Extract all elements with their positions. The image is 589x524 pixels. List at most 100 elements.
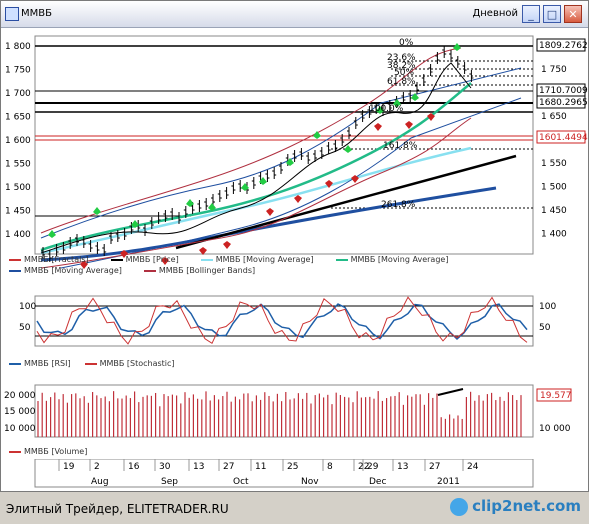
legend-label: ММВБ [RSI] — [24, 359, 71, 368]
fib-label: 261.8% — [381, 200, 416, 210]
volume-panel[interactable]: 20 000 15 000 10 000 10 000 19.577 — [1, 381, 588, 441]
osc-tick-left: 100 — [19, 302, 36, 312]
date-day-label: 2 — [94, 462, 100, 472]
price-tick-right: 1 500 — [541, 183, 567, 193]
date-day-label: 25 — [287, 462, 298, 472]
date-day-label: 27 — [223, 462, 234, 472]
legend-label: ММВБ [Price] — [125, 255, 179, 264]
osc-tick-left: 50 — [19, 323, 31, 333]
legend-label: ММВБ [Volume] — [24, 447, 88, 456]
price-tick-right: 1 550 — [541, 159, 567, 169]
maximize-button[interactable]: □ — [543, 5, 561, 23]
price-tick-left: 1 400 — [5, 230, 31, 240]
legend-swatch — [200, 258, 213, 261]
legend-swatch — [9, 362, 21, 365]
price-tick-left: 1 600 — [5, 136, 31, 146]
legend-swatch — [9, 258, 21, 261]
date-month-label: Aug — [91, 477, 109, 487]
legend-item[interactable]: ММВБ [Stochastic] — [84, 359, 175, 368]
price-tick-left: 1 650 — [5, 113, 31, 123]
footer: Элитный Трейдер, ELITETRADER.RU clip2net… — [0, 493, 589, 524]
volume-tick-left: 15 000 — [4, 407, 36, 417]
fib-label: 161.8% — [383, 141, 418, 151]
volume-left-axis: 20 000 15 000 10 000 — [4, 391, 36, 434]
price-tick-left: 1 450 — [5, 207, 31, 217]
price-legend: ММВБ [Fractals] ММВБ [Price] ММВБ [Moving … — [9, 255, 569, 275]
date-day-label: 13 — [397, 462, 408, 472]
price-tick-left: 1 550 — [5, 160, 31, 170]
title-bar: ММВБ Дневной _ □ ✕ — [1, 1, 588, 28]
svg-text:1601.44945: 1601.44945 — [539, 133, 588, 143]
clip2net-icon — [450, 497, 469, 516]
date-day-label: 29 — [367, 462, 379, 472]
date-month-label: Nov — [301, 477, 319, 487]
osc-tick-right: 100 — [539, 302, 556, 312]
volume-tick-right: 10 000 — [539, 424, 571, 434]
close-button[interactable]: ✕ — [564, 5, 582, 23]
date-month-label: Oct — [233, 477, 249, 487]
legend-item[interactable]: ММВБ [Fractals] — [9, 255, 89, 264]
footer-caption: Элитный Трейдер, ELITETRADER.RU — [6, 502, 229, 516]
period-label: Дневной — [472, 8, 518, 19]
oscillator-panel[interactable]: 100 50 100 50 — [1, 292, 588, 352]
clip2net-text: clip2net.com — [472, 497, 581, 515]
svg-text:1710.70095: 1710.70095 — [539, 86, 588, 96]
price-panel[interactable]: 1 800 1 750 1 700 1 650 1 600 1 550 1 500 1 450… — [1, 28, 588, 288]
volume-tick-left: 20 000 — [4, 391, 36, 401]
osc-tick-right: 50 — [539, 323, 551, 333]
price-tick-left: 1 800 — [5, 42, 31, 52]
legend-swatch — [84, 362, 97, 365]
minimize-button[interactable]: _ — [522, 5, 540, 23]
date-day-label: 11 — [255, 462, 266, 472]
date-month-label: Dec — [369, 477, 386, 487]
date-axis[interactable]: 19 2 16 30 13 27 11 25 8 2229 13 27 24 Aug Sep Oct Nov D… — [1, 459, 588, 489]
svg-text:1809.27628: 1809.27628 — [539, 41, 588, 51]
legend-swatch — [9, 269, 21, 272]
date-day-label: 24 — [467, 462, 479, 472]
legend-label: ММВБ [Fractals] — [24, 255, 89, 264]
fib-label: 61.8% — [387, 77, 416, 87]
price-tick-right: 1 750 — [541, 65, 567, 75]
window-title: ММВБ — [21, 8, 52, 19]
price-tick-right: 1 400 — [541, 230, 567, 240]
legend-item[interactable]: ММВБ [Volume] — [9, 447, 87, 456]
legend-swatch — [9, 450, 21, 453]
legend-label: ММВБ [Moving Average] — [350, 255, 449, 264]
price-tag: 1710.70095 — [536, 83, 588, 97]
legend-swatch — [143, 269, 156, 272]
date-day-label: 19 — [63, 462, 75, 472]
price-tags: 1809.27628 1710.70095 1680.29659 1601.44945 — [536, 38, 588, 144]
legend-swatch — [335, 258, 348, 261]
price-tick-left: 1 500 — [5, 183, 31, 193]
date-day-label: 16 — [128, 462, 140, 472]
osc-left-axis: 100 50 — [19, 302, 36, 333]
osc-right-axis: 100 50 — [539, 302, 556, 333]
price-tick-right: 1 650 — [541, 112, 567, 122]
price-tag: 1809.27628 — [536, 38, 588, 52]
date-day-label: 27 — [429, 462, 440, 472]
svg-text:19.577: 19.577 — [540, 391, 572, 401]
svg-text:1680.29659: 1680.29659 — [539, 98, 588, 108]
date-month-label: 2011 — [437, 477, 460, 487]
legend-label: ММВБ [Moving Average] — [215, 255, 314, 264]
legend-item[interactable]: ММВБ [Moving Average] — [200, 255, 314, 264]
price-tag: 1601.44945 — [536, 130, 588, 144]
price-tag: 1680.29659 — [536, 95, 588, 109]
volume-tick-left: 10 000 — [4, 424, 36, 434]
legend-item[interactable]: ММВБ [Moving Average] — [9, 266, 122, 275]
volume-legend: ММВБ [Volume] — [9, 447, 87, 456]
price-tick-left: 1 700 — [5, 89, 31, 99]
price-tick-right: 1 450 — [541, 206, 567, 216]
date-day-label: 30 — [159, 462, 171, 472]
clip2net-logo: clip2net.com — [450, 497, 581, 516]
price-plot-area — [34, 35, 534, 255]
legend-item[interactable]: ММВБ [Price] — [110, 255, 179, 264]
legend-item[interactable]: ММВБ [RSI] — [9, 359, 71, 368]
price-tick-left: 1 750 — [5, 66, 31, 76]
fib-label: 100.0% — [369, 104, 404, 114]
volume-right-axis: 10 000 19.577 — [536, 388, 572, 434]
osc-legend: ММВБ [RSI] ММВБ [Stochastic] — [9, 359, 175, 368]
date-month-label: Sep — [161, 477, 178, 487]
legend-item[interactable]: ММВБ [Bollinger Bands] — [143, 266, 255, 275]
legend-item[interactable]: ММВБ [Moving Average] — [335, 255, 449, 264]
